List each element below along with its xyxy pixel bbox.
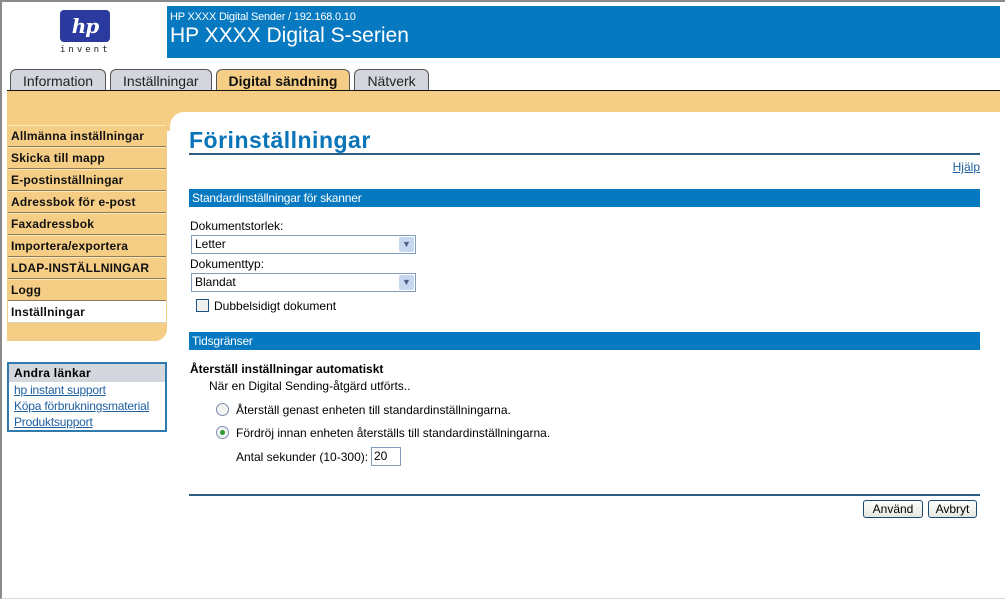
doc-size-value: Letter	[195, 237, 226, 251]
link-produktsupport[interactable]: Produktsupport	[9, 414, 165, 430]
duplex-label: Dubbelsidigt dokument	[214, 299, 337, 313]
reset-delay-label: Fördröj innan enheten återställs till st…	[236, 426, 551, 440]
duplex-checkbox[interactable]	[196, 299, 209, 312]
sidebar-item-skicka-till-mapp[interactable]: Skicka till mapp	[8, 147, 166, 169]
device-title: HP XXXX Digital S-serien	[170, 24, 409, 47]
doc-type-select[interactable]: Blandat ▼	[191, 273, 416, 292]
reset-immediately-label: Återställ genast enheten till standardin…	[236, 403, 511, 417]
cancel-button[interactable]: Avbryt	[928, 500, 977, 518]
sidebar-item-logg[interactable]: Logg	[8, 279, 166, 301]
bottom-divider	[189, 494, 980, 496]
tab-bar-strip	[7, 90, 1000, 112]
auto-reset-heading: Återställ inställningar automatiskt	[190, 362, 384, 376]
hp-logo-mark: hp	[60, 10, 110, 42]
sidebar-nav: Allmänna inställningar Skicka till mapp …	[8, 125, 166, 323]
tab-natverk[interactable]: Nätverk	[354, 69, 429, 91]
reset-immediately-radio[interactable]	[216, 403, 229, 416]
tab-information[interactable]: Information	[10, 69, 107, 91]
doc-type-label: Dokumenttyp:	[190, 257, 265, 271]
doc-size-label: Dokumentstorlek:	[190, 219, 284, 233]
sidebar-item-installningar[interactable]: Inställningar	[8, 301, 166, 323]
timeout-section-header: Tidsgränser	[189, 332, 980, 350]
tab-digital-sandning[interactable]: Digital sändning	[215, 69, 351, 92]
sidebar-item-ldap[interactable]: LDAP-INSTÄLLNINGAR	[8, 257, 166, 279]
chevron-down-icon: ▼	[399, 237, 414, 252]
sidebar-item-allmanna[interactable]: Allmänna inställningar	[8, 125, 166, 147]
logo-tagline: invent	[60, 45, 111, 55]
sidebar-item-faxadressbok[interactable]: Faxadressbok	[8, 213, 166, 235]
link-hp-instant-support[interactable]: hp instant support	[9, 382, 165, 398]
doc-type-value: Blandat	[195, 275, 236, 289]
sidebar-item-e-post[interactable]: E-postinställningar	[8, 169, 166, 191]
sidebar-item-importera[interactable]: Importera/exportera	[8, 235, 166, 257]
other-links-heading: Andra länkar	[9, 364, 165, 382]
header-banner: HP XXXX Digital Sender / 192.168.0.10 HP…	[167, 6, 1000, 58]
main-tabs: Information Inställningar Digital sändni…	[10, 69, 429, 92]
title-divider	[189, 153, 980, 155]
chevron-down-icon: ▼	[399, 275, 414, 290]
tab-installningar[interactable]: Inställningar	[110, 69, 212, 91]
scanner-section-header: Standardinställningar för skanner	[189, 189, 980, 207]
page-title: Förinställningar	[189, 127, 371, 153]
reset-delay-radio[interactable]	[216, 426, 229, 439]
other-links-box: Andra länkar hp instant support Köpa för…	[7, 362, 167, 432]
seconds-input[interactable]: 20	[371, 447, 401, 466]
auto-reset-description: När en Digital Sending-åtgärd utförts..	[209, 379, 411, 393]
seconds-label: Antal sekunder (10-300):	[236, 450, 369, 464]
link-kopa-forbrukningsmaterial[interactable]: Köpa förbrukningsmaterial	[9, 398, 165, 414]
help-link[interactable]: Hjälp	[953, 160, 980, 174]
doc-size-select[interactable]: Letter ▼	[191, 235, 416, 254]
sidebar-item-adressbok[interactable]: Adressbok för e-post	[8, 191, 166, 213]
apply-button[interactable]: Använd	[863, 500, 923, 518]
device-address: HP XXXX Digital Sender / 192.168.0.10	[170, 11, 356, 23]
hp-logo: hp invent	[60, 10, 110, 56]
